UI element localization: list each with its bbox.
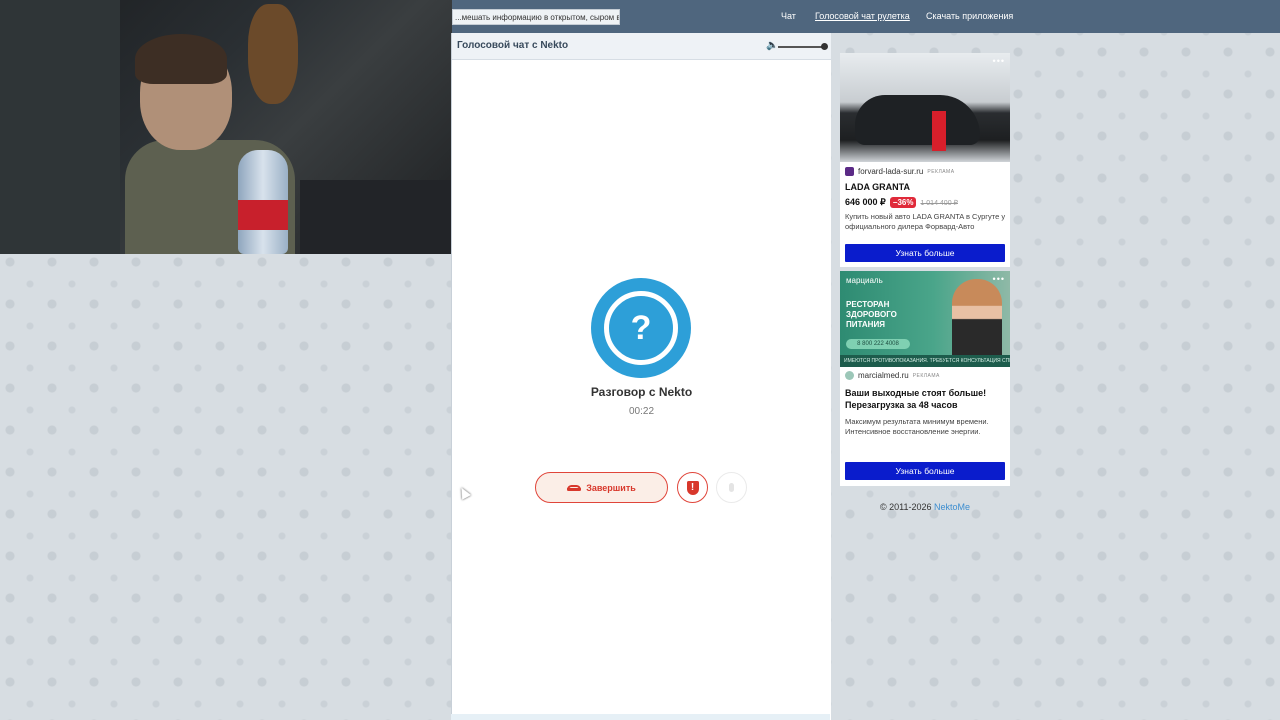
- question-mark-icon: ?: [604, 291, 678, 365]
- ad-image-car[interactable]: •••: [840, 53, 1010, 162]
- ad-tag: РЕКЛАМА: [927, 168, 955, 175]
- ad-title[interactable]: Ваши выходные стоят больше! Перезагрузка…: [845, 387, 1005, 411]
- shield-alert-icon: !: [686, 480, 699, 495]
- volume-slider[interactable]: 🔈: [766, 40, 828, 52]
- webcam-shelf: [0, 0, 120, 254]
- volume-track[interactable]: [778, 46, 824, 48]
- dealer-banner: [932, 111, 946, 151]
- microphone-icon: [729, 483, 734, 492]
- nav-download-apps-link[interactable]: Скачать приложения: [926, 11, 1013, 21]
- price-current: 646 000 ₽: [845, 197, 886, 207]
- webcam-person-hair: [135, 34, 227, 84]
- webcam-bottle-label: [238, 200, 288, 230]
- discount-badge: −36%: [889, 197, 917, 208]
- footer: © 2011-2026 NektoMe: [840, 502, 1010, 512]
- speaker-icon[interactable]: 🔈: [766, 40, 778, 51]
- nav-chat-link[interactable]: Чат: [781, 11, 796, 21]
- ad-title[interactable]: LADA GRANTA: [845, 181, 1005, 193]
- voice-chat-panel: Голосовой чат с Nekto 🔈 ? Разговор с Nek…: [451, 33, 831, 720]
- webcam-guitar: [248, 4, 298, 104]
- ad-image-headline: РЕСТОРАН ЗДОРОВОГО ПИТАНИЯ: [846, 300, 897, 329]
- ad-card-lada[interactable]: ••• forvard-lada-sur.ru РЕКЛАМА LADA GRA…: [840, 53, 1010, 267]
- ad-tag: РЕКЛАМА: [912, 372, 940, 379]
- volume-knob[interactable]: [821, 43, 828, 50]
- anonymous-avatar: ?: [591, 278, 691, 378]
- ad-learn-more-button[interactable]: Узнать больше: [845, 244, 1005, 262]
- hang-up-phone-icon: [567, 484, 582, 491]
- nav-voice-roulette-link[interactable]: Голосовой чат рулетка: [815, 11, 910, 21]
- ad-source[interactable]: marcialmed.ru РЕКЛАМА: [845, 371, 940, 380]
- woman-image: [952, 279, 1002, 367]
- ad-card-marcial[interactable]: марциаль РЕСТОРАН ЗДОРОВОГО ПИТАНИЯ 8 80…: [840, 271, 1010, 486]
- ad-phone: 8 800 222 4008: [846, 339, 910, 349]
- ad-domain: forvard-lada-sur.ru: [858, 167, 924, 176]
- webcam-overlay: [0, 0, 452, 254]
- marcial-logo-icon: [845, 371, 854, 380]
- copyright-text: © 2011-2026: [879, 502, 932, 512]
- ad-learn-more-button[interactable]: Узнать больше: [845, 462, 1005, 480]
- chat-header: Голосовой чат с Nekto 🔈: [452, 33, 831, 60]
- car-image: [855, 95, 980, 145]
- price-old: 1 014 400 ₽: [920, 199, 958, 207]
- ad-price-row: 646 000 ₽ −36% 1 014 400 ₽: [845, 197, 958, 208]
- webcam-background: [300, 180, 452, 254]
- ad-description: Купить новый авто LADA GRANTA в Сургуте …: [845, 212, 1006, 231]
- ad-source[interactable]: forvard-lada-sur.ru РЕКЛАМА: [845, 167, 955, 176]
- chat-title: Голосовой чат с Nekto: [457, 40, 569, 51]
- chat-bottom-strip: [451, 714, 830, 720]
- conversation-title: Разговор с Nekto: [590, 385, 693, 399]
- ad-domain: marcialmed.ru: [858, 371, 909, 380]
- ad-menu-icon[interactable]: •••: [993, 56, 1005, 66]
- notice-text: ...мешать информацию в открытом, сыром в…: [452, 9, 620, 25]
- mute-microphone-button[interactable]: [716, 472, 747, 503]
- report-button[interactable]: !: [677, 472, 708, 503]
- end-call-label: Завершить: [586, 482, 636, 493]
- ad-disclaimer: ИМЕЮТСЯ ПРОТИВОПОКАЗАНИЯ. ТРЕБУЕТСЯ КОНС…: [840, 355, 1010, 367]
- ad-menu-icon[interactable]: •••: [993, 274, 1005, 284]
- call-timer: 00:22: [628, 406, 655, 417]
- ad-description: Максимум результата минимум времени. Инт…: [845, 417, 989, 436]
- nektome-link[interactable]: NektoMe: [934, 502, 970, 512]
- play-logo-icon: [845, 167, 854, 176]
- end-call-button[interactable]: Завершить: [535, 472, 668, 503]
- ad-image-restaurant[interactable]: марциаль РЕСТОРАН ЗДОРОВОГО ПИТАНИЯ 8 80…: [840, 271, 1010, 367]
- ad-brand: марциаль: [846, 276, 883, 285]
